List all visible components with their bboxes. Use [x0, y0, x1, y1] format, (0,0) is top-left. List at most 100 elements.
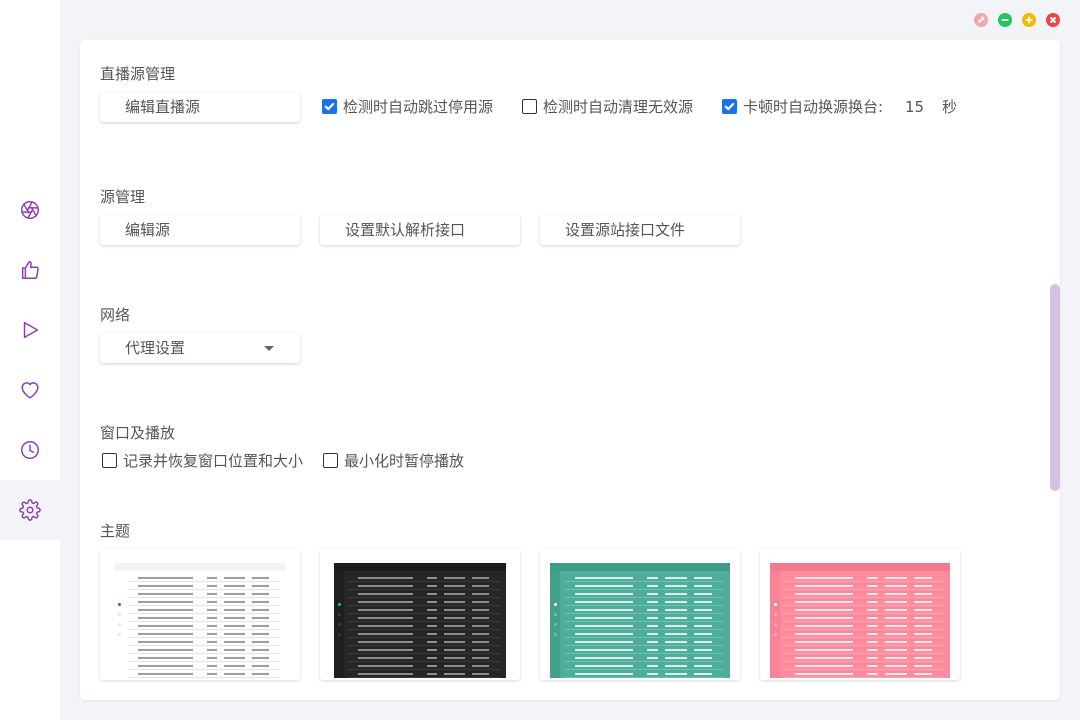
sidebar — [0, 0, 60, 720]
minimize-button[interactable] — [998, 13, 1012, 27]
preview-row-divider — [784, 661, 944, 662]
preview-text-line — [914, 625, 932, 627]
preview-text-line — [914, 593, 932, 595]
preview-text-line — [444, 617, 465, 619]
close-button[interactable] — [1046, 13, 1060, 27]
preview-row-divider — [348, 637, 500, 638]
preview-text-line — [575, 585, 633, 587]
clean-invalid-checkbox[interactable] — [522, 98, 537, 114]
preview-text-line — [867, 641, 878, 643]
edit-live-source-button[interactable]: 编辑直播源 — [100, 92, 300, 122]
theme-option-pink[interactable] — [760, 548, 960, 680]
preview-row-divider — [564, 645, 724, 646]
preview-row-divider — [128, 637, 280, 638]
nav-live[interactable] — [0, 180, 60, 240]
preview-row-divider — [564, 629, 724, 630]
clean-invalid-checkbox-row: 检测时自动清理无效源 — [522, 96, 693, 116]
preview-text-line — [575, 657, 633, 659]
nav-recommend[interactable] — [0, 240, 60, 300]
preview-text-line — [885, 625, 907, 627]
site-file-button[interactable]: 设置源站接口文件 — [540, 215, 740, 245]
proxy-settings-select[interactable]: 代理设置 — [100, 333, 300, 363]
preview-text-line — [471, 649, 489, 651]
preview-text-line — [694, 609, 712, 611]
preview-text-line — [358, 625, 414, 627]
preview-titlebar — [114, 563, 286, 571]
nav-favorites[interactable] — [0, 360, 60, 420]
preview-text-line — [795, 649, 853, 651]
auto-switch-seconds-input[interactable]: 15 — [905, 98, 924, 116]
preview-text-line — [885, 673, 907, 675]
pause-minimize-label: 最小化时暂停播放 — [344, 451, 465, 470]
preview-text-line — [647, 577, 658, 579]
preview-text-line — [795, 625, 853, 627]
maximize-button[interactable] — [1022, 13, 1036, 27]
default-parser-button[interactable]: 设置默认解析接口 — [320, 215, 520, 245]
remember-window-checkbox[interactable] — [102, 452, 117, 468]
preview-text-line — [665, 609, 687, 611]
preview-text-line — [358, 601, 414, 603]
preview-text-line — [647, 633, 658, 635]
play-icon — [23, 321, 39, 339]
auto-switch-checkbox[interactable] — [722, 98, 737, 114]
preview-text-line — [647, 665, 658, 667]
preview-text-line — [138, 585, 194, 587]
pause-minimize-checkbox[interactable] — [323, 452, 338, 468]
theme-preview — [334, 563, 506, 678]
edit-source-button[interactable]: 编辑源 — [100, 215, 300, 245]
preview-text-line — [138, 577, 194, 579]
preview-text-line — [867, 585, 878, 587]
preview-text-line — [867, 649, 878, 651]
preview-text-line — [358, 617, 414, 619]
theme-option-light[interactable] — [100, 548, 300, 680]
preview-text-line — [867, 617, 878, 619]
clock-icon — [21, 441, 39, 459]
preview-text-line — [444, 657, 465, 659]
preview-row-divider — [784, 637, 944, 638]
preview-text-line — [471, 657, 489, 659]
preview-row-divider — [348, 581, 500, 582]
preview-text-line — [575, 641, 633, 643]
preview-row-divider — [128, 589, 280, 590]
preview-text-line — [795, 673, 853, 675]
pause-minimize-checkbox-row: 最小化时暂停播放 — [323, 450, 464, 470]
preview-row-divider — [128, 677, 280, 678]
nav-play[interactable] — [0, 300, 60, 360]
preview-text-line — [471, 609, 489, 611]
preview-row-divider — [348, 605, 500, 606]
preview-text-line — [251, 593, 269, 595]
preview-row-divider — [564, 661, 724, 662]
preview-text-line — [471, 673, 489, 675]
preview-text-line — [206, 673, 218, 675]
preview-row-divider — [564, 581, 724, 582]
preview-text-line — [647, 617, 658, 619]
preview-text-line — [647, 625, 658, 627]
preview-text-line — [885, 577, 907, 579]
theme-option-green[interactable] — [540, 548, 740, 680]
preview-text-line — [444, 609, 465, 611]
preview-text-line — [665, 633, 687, 635]
pin-button[interactable] — [974, 13, 988, 27]
vertical-scrollbar[interactable] — [1050, 284, 1060, 491]
preview-row-divider — [564, 589, 724, 590]
theme-option-dark[interactable] — [320, 548, 520, 680]
preview-nav-dot — [554, 603, 557, 606]
network-title: 网络 — [100, 306, 131, 324]
preview-row-divider — [784, 589, 944, 590]
preview-row-divider — [348, 653, 500, 654]
preview-text-line — [914, 641, 932, 643]
preview-text-line — [914, 577, 932, 579]
preview-text-line — [665, 593, 687, 595]
preview-text-line — [444, 625, 465, 627]
preview-text-line — [426, 657, 438, 659]
nav-settings[interactable] — [0, 480, 60, 540]
preview-text-line — [795, 641, 853, 643]
preview-text-line — [647, 673, 658, 675]
preview-text-line — [867, 609, 878, 611]
nav-history[interactable] — [0, 420, 60, 480]
preview-text-line — [575, 601, 633, 603]
skip-disabled-checkbox[interactable] — [322, 98, 337, 114]
preview-row-divider — [348, 613, 500, 614]
preview-row-divider — [564, 669, 724, 670]
preview-row-divider — [564, 677, 724, 678]
